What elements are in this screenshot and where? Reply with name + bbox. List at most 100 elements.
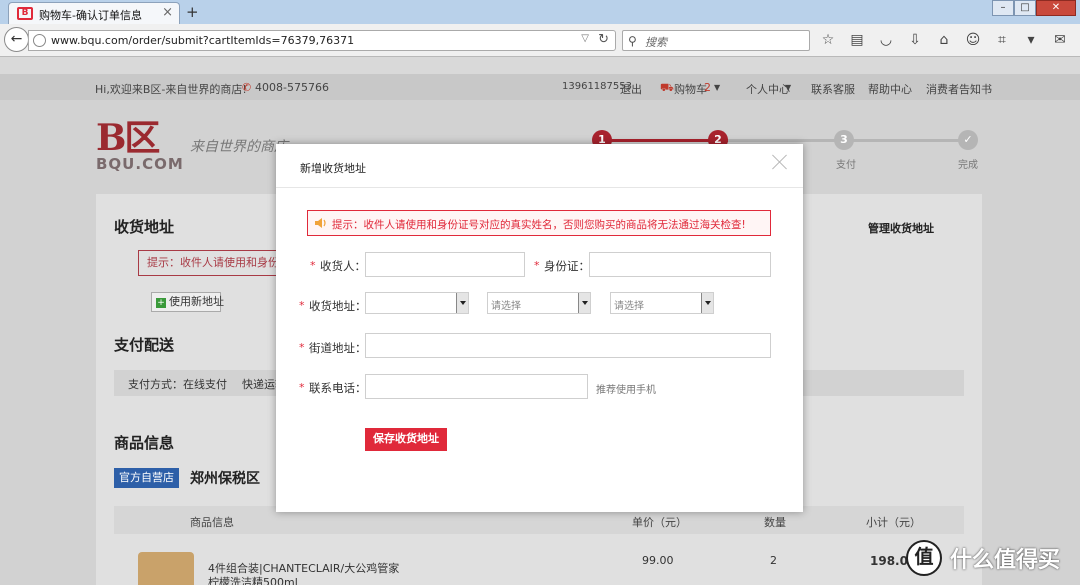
search-placeholder: 搜索 — [645, 36, 667, 49]
reload-icon[interactable]: ↻ — [598, 32, 609, 47]
reading-list-icon[interactable]: ▤ — [845, 30, 869, 50]
watermark-text: 什么值得买 — [950, 548, 1061, 573]
consignee-label: 收货人： — [320, 259, 366, 273]
logo-url: BQU.COM — [96, 155, 184, 173]
url-dropdown-icon[interactable]: ▽ — [581, 33, 589, 44]
required-mark: * — [310, 259, 316, 272]
site-topbar: Hi,欢迎来B区-来自世界的商店! ✆ 4008-575766 13961187… — [0, 74, 1080, 100]
toolbar-icons: ☆ ▤ ◡ ⇩ ⌂ ☺ ⌗ ▾ ✉ ≡ — [816, 30, 1080, 50]
browser-tabbar: B 购物车-确认订单信息 × + – □ ✕ — [0, 0, 1080, 24]
step-3: 3 — [834, 130, 854, 150]
logo-mark: B区 — [96, 117, 160, 159]
col-qty: 数量 — [764, 516, 786, 529]
payment-section-title: 支付配送 — [114, 336, 175, 354]
window-controls: – □ ✕ — [992, 0, 1076, 16]
col-price: 单价（元） — [632, 516, 687, 529]
add-address-dialog: 新增收货地址 提示：收件人请使用和身份证号对应的真实姓名，否则您购买的商品将无法… — [276, 144, 803, 512]
home-icon[interactable]: ⌂ — [932, 30, 956, 50]
cart-count-badge: 2 — [704, 81, 711, 94]
address-label: 收货地址： — [309, 299, 367, 313]
customer-service-link[interactable]: 联系客服 — [811, 81, 855, 97]
watermark-badge: 值 — [906, 540, 942, 576]
chevron-down-icon — [701, 293, 713, 313]
bookmark-star-icon[interactable]: ☆ — [816, 30, 840, 50]
address-bar[interactable]: www.bqu.com/order/submit?cartItemIds=763… — [28, 30, 616, 51]
street-label: 街道地址： — [309, 341, 367, 355]
dialog-title: 新增收货地址 — [300, 162, 366, 175]
col-goods: 商品信息 — [190, 516, 234, 529]
site-favicon-icon: B — [17, 7, 33, 20]
pocket-icon[interactable]: ◡ — [874, 30, 898, 50]
minimize-icon[interactable]: – — [992, 0, 1014, 16]
chevron-down-icon: ▼ — [714, 83, 721, 92]
menu-dropdown-icon[interactable]: ▾ — [1019, 30, 1043, 50]
step-progress-line — [846, 139, 964, 142]
chevron-down-icon: ▼ — [785, 83, 792, 92]
phone-field[interactable] — [365, 374, 588, 399]
url-text[interactable]: www.bqu.com/order/submit?cartItemIds=763… — [51, 34, 354, 47]
step-4: ✓ — [958, 130, 978, 150]
cart-icon[interactable]: ⛟ — [660, 81, 674, 96]
site-slogan: 来自世界的商店 — [190, 139, 288, 155]
personal-center-link[interactable]: 个人中心 — [746, 81, 790, 97]
use-new-address-button[interactable]: + 使用新地址 — [151, 292, 224, 312]
id-card-label: 身份证： — [544, 259, 590, 273]
step-progress-line — [728, 139, 846, 142]
address-section-title: 收货地址 — [114, 218, 175, 236]
search-icon: ⚲ — [628, 34, 637, 48]
chevron-down-icon — [578, 293, 590, 313]
chat-icon[interactable]: ☺ — [961, 30, 985, 50]
district-select-value: 请选择 — [614, 301, 644, 312]
logout-link[interactable]: 退出 — [620, 81, 642, 97]
payment-method: 支付方式：在线支付 — [128, 378, 227, 391]
chevron-down-icon — [456, 293, 468, 313]
step-4-label: 完成 — [958, 160, 978, 171]
consumer-notice-link[interactable]: 消费者告知书 — [926, 81, 992, 97]
province-select[interactable] — [365, 292, 469, 314]
close-window-icon[interactable]: ✕ — [1036, 0, 1076, 16]
required-mark: * — [534, 259, 540, 272]
product-thumbnail[interactable] — [138, 552, 194, 585]
close-icon[interactable] — [770, 152, 790, 172]
globe-icon — [33, 34, 46, 47]
product-name-line-2[interactable]: 柠檬洗洁精500ml — [208, 574, 298, 585]
save-address-button[interactable]: 保存收货地址 — [365, 428, 447, 451]
speech-bubble-icon[interactable]: ✉ — [1048, 30, 1072, 50]
city-select-value: 请选择 — [491, 301, 521, 312]
welcome-text: Hi,欢迎来B区-来自世界的商店! — [95, 83, 247, 96]
consignee-name-field[interactable] — [365, 252, 525, 277]
tab-close-icon[interactable]: × — [162, 5, 173, 20]
store-badge: 官方自营店 — [114, 468, 179, 488]
search-input[interactable]: ⚲ 搜索 — [622, 30, 810, 51]
dialog-header: 新增收货地址 — [276, 144, 803, 188]
download-icon[interactable]: ⇩ — [903, 30, 927, 50]
help-center-link[interactable]: 帮助中心 — [868, 81, 912, 97]
use-new-address-label: 使用新地址 — [169, 295, 224, 308]
back-icon[interactable]: ← — [4, 27, 29, 52]
phone-label: 联系电话： — [309, 381, 367, 395]
required-mark: * — [299, 299, 305, 312]
watermark: 值 什么值得买 — [906, 538, 1060, 578]
required-mark: * — [299, 381, 305, 394]
cart-link[interactable]: 购物车 — [674, 81, 707, 97]
address-tip-partial: 提示：收件人请使用和身份 — [138, 250, 288, 276]
maximize-icon[interactable]: □ — [1014, 0, 1036, 16]
manage-address-link[interactable]: 管理收货地址 — [868, 220, 934, 236]
notice-text: 提示：收件人请使用和身份证号对应的真实姓名，否则您购买的商品将无法通过海关检查! — [332, 219, 746, 231]
site-logo[interactable]: B区 BQU.COM — [96, 120, 184, 172]
new-tab-icon[interactable]: + — [186, 3, 199, 21]
required-mark: * — [299, 341, 305, 354]
city-select[interactable]: 请选择 — [487, 292, 591, 314]
crop-icon[interactable]: ⌗ — [990, 30, 1014, 50]
browser-tab[interactable]: B 购物车-确认订单信息 × — [8, 2, 180, 24]
street-address-field[interactable] — [365, 333, 771, 358]
step-3-label: 支付 — [836, 160, 856, 171]
phone-hint: 推荐使用手机 — [596, 385, 656, 396]
id-card-field[interactable] — [589, 252, 771, 277]
product-price: 99.00 — [642, 554, 674, 567]
hotline-text: 4008-575766 — [255, 81, 329, 94]
product-qty: 2 — [770, 554, 777, 567]
col-subtotal: 小计（元） — [866, 516, 921, 529]
tab-title: 购物车-确认订单信息 — [39, 9, 142, 22]
district-select[interactable]: 请选择 — [610, 292, 714, 314]
